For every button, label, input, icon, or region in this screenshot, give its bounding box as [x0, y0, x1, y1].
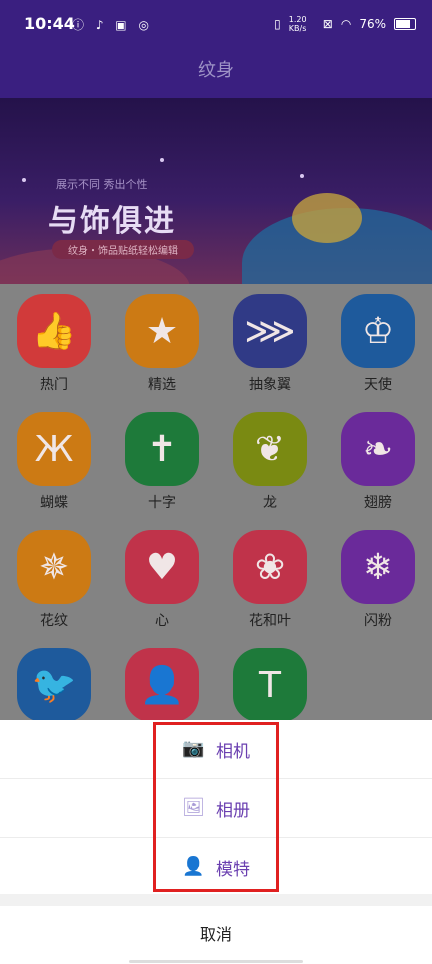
status-right: ▯ 1.20 KB/s ⊠ ◠ 76% — [274, 15, 416, 33]
category-item[interactable]: ❦ 龙 — [216, 402, 324, 512]
wifi-icon: ◠ — [340, 17, 352, 31]
cancel-button[interactable]: 取消 — [0, 906, 432, 964]
person-icon: 👤 — [125, 648, 199, 720]
sim-icon: ⊠ — [322, 17, 333, 31]
banner-subtitle: 展示不同 秀出个性 — [56, 178, 148, 191]
text-icon: T — [233, 648, 307, 720]
flower-icon: ❀ — [233, 530, 307, 604]
pattern-icon: ✵ — [17, 530, 91, 604]
banner-headline: 与饰俱进 — [48, 204, 176, 239]
category-grid: 👍 热门 ★ 精选 ⋙ 抽象翼 ♔ 天使 Ж 蝴蝶 ✝ 十字 ❦ 龙 ❧ 翅膀 … — [0, 284, 432, 720]
category-label: 翅膀 — [364, 495, 392, 511]
category-item[interactable]: ✝ 十字 — [108, 402, 216, 512]
star-face-icon: ★ — [125, 294, 199, 368]
notification-icons: ⓘ ♪ ▣ ◎ — [72, 18, 153, 32]
category-label: 龙 — [263, 495, 277, 511]
category-item[interactable]: ★ 精选 — [108, 284, 216, 394]
abstract-wing-icon: ⋙ — [233, 294, 307, 368]
status-bar: 10:44 ⓘ ♪ ▣ ◎ ▯ 1.20 KB/s ⊠ ◠ 76% — [0, 0, 432, 46]
thumbs-up-icon: 👍 — [17, 294, 91, 368]
category-label: 精选 — [148, 377, 176, 393]
promo-banner[interactable]: 展示不同 秀出个性 与饰俱进 纹身・饰品贴纸轻松编辑 — [0, 98, 432, 284]
banner-star — [300, 174, 304, 178]
sheet-gap — [0, 894, 432, 906]
battery-percent: 76% — [359, 17, 386, 31]
category-label: 花和叶 — [249, 613, 291, 629]
category-label: 天使 — [364, 377, 392, 393]
vibrate-icon: ▯ — [274, 17, 281, 31]
category-item[interactable]: ❧ 翅膀 — [324, 402, 432, 512]
category-item[interactable]: ♔ 天使 — [324, 284, 432, 394]
dragon-icon: ❦ — [233, 412, 307, 486]
angel-icon: ♔ — [341, 294, 415, 368]
category-label: 十字 — [148, 495, 176, 511]
category-label: 热门 — [40, 377, 68, 393]
snowflake-icon: ❄ — [341, 530, 415, 604]
category-item[interactable]: T — [216, 638, 324, 720]
category-item[interactable]: 🐦 — [0, 638, 108, 720]
banner-tagline: 纹身・饰品贴纸轻松编辑 — [52, 240, 194, 259]
category-item[interactable]: ❄ 闪粉 — [324, 520, 432, 630]
wing-icon: ❧ — [341, 412, 415, 486]
category-label: 闪粉 — [364, 613, 392, 629]
category-item[interactable]: 👤 — [108, 638, 216, 720]
category-label: 心 — [155, 613, 169, 629]
category-label: 蝴蝶 — [40, 495, 68, 511]
butterfly-icon: Ж — [17, 412, 91, 486]
network-speed: 1.20 KB/s — [288, 15, 307, 33]
banner-illustration — [292, 193, 362, 243]
banner-star — [22, 178, 26, 182]
cross-icon: ✝ — [125, 412, 199, 486]
home-indicator[interactable] — [129, 960, 303, 963]
category-item[interactable]: 👍 热门 — [0, 284, 108, 394]
category-item[interactable]: ♥ 心 — [108, 520, 216, 630]
battery-icon — [394, 18, 416, 30]
category-item[interactable]: Ж 蝴蝶 — [0, 402, 108, 512]
page-title: 纹身 — [0, 46, 432, 98]
category-label: 花纹 — [40, 613, 68, 629]
banner-star — [160, 158, 164, 162]
highlight-box — [153, 722, 279, 892]
category-label: 抽象翼 — [249, 377, 291, 393]
category-item[interactable]: ❀ 花和叶 — [216, 520, 324, 630]
heart-icon: ♥ — [125, 530, 199, 604]
category-item[interactable]: ⋙ 抽象翼 — [216, 284, 324, 394]
bird-icon: 🐦 — [17, 648, 91, 720]
category-item[interactable]: ✵ 花纹 — [0, 520, 108, 630]
status-time: 10:44 — [24, 14, 75, 33]
